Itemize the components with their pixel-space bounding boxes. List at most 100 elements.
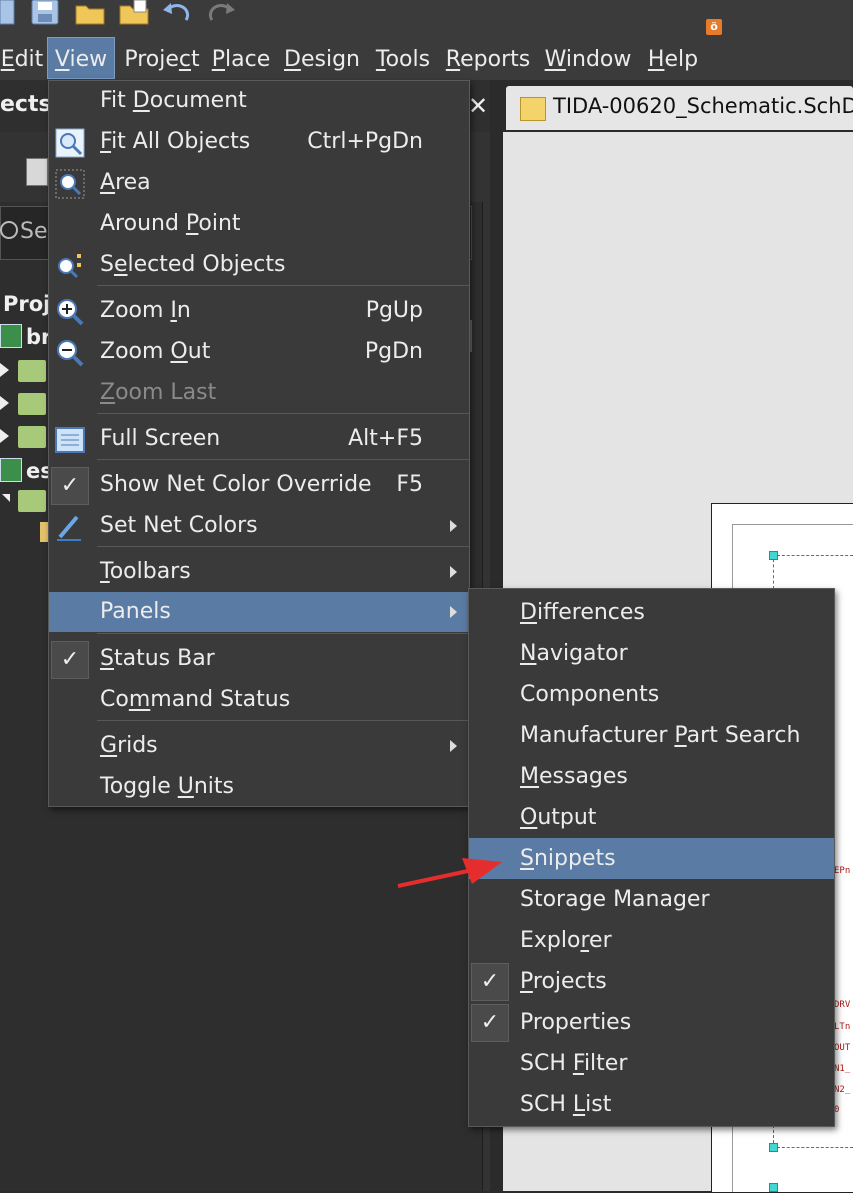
menu-item-shortcut: PgUp bbox=[365, 298, 423, 323]
menu-item-shortcut: Alt+F5 bbox=[348, 426, 423, 451]
view-menu-item-grids[interactable]: Grids bbox=[49, 726, 469, 766]
expand-arrow-icon[interactable] bbox=[0, 429, 9, 443]
view-menu-item-area[interactable]: Area bbox=[49, 163, 469, 203]
menu-item-label: Set Net Colors bbox=[100, 513, 258, 538]
collapse-arrow-icon[interactable] bbox=[2, 494, 10, 502]
view-menu-item-fit-document[interactable]: Fit Document bbox=[49, 81, 469, 121]
panels-menu-item-differences[interactable]: Differences bbox=[469, 592, 834, 633]
menu-reports[interactable]: Reports bbox=[445, 38, 531, 78]
panels-menu-item-sch-filter[interactable]: SCH Filter bbox=[469, 1043, 834, 1084]
wire bbox=[773, 559, 774, 589]
menu-item-label: Around Point bbox=[100, 211, 241, 236]
menu-item-label: Manufacturer Part Search bbox=[520, 723, 801, 748]
folder-icon[interactable] bbox=[18, 360, 46, 382]
pcb-project-icon bbox=[0, 324, 22, 348]
menu-item-label: Toolbars bbox=[100, 559, 191, 584]
view-menu-item-show-net-color-override[interactable]: ✓ Show Net Color Override F5 bbox=[49, 465, 469, 505]
checkmark-icon: ✓ bbox=[51, 641, 89, 679]
menu-item-label: Fit All Objects bbox=[100, 129, 251, 154]
full-screen-icon bbox=[55, 425, 85, 455]
wire bbox=[773, 1125, 774, 1143]
view-menu-item-zoom-out[interactable]: Zoom Out PgDn bbox=[49, 332, 469, 372]
save-icon[interactable] bbox=[0, 0, 30, 28]
view-menu-item-command-status[interactable]: Command Status bbox=[49, 680, 469, 720]
menu-separator bbox=[97, 413, 469, 414]
menu-tools[interactable]: Tools bbox=[372, 38, 434, 78]
menu-item-label: Storage Manager bbox=[520, 887, 710, 912]
menu-design[interactable]: Design bbox=[283, 38, 361, 78]
open-project-icon[interactable] bbox=[118, 0, 149, 28]
panels-menu-item-output[interactable]: Output bbox=[469, 797, 834, 838]
panels-menu-item-properties[interactable]: ✓ Properties bbox=[469, 1002, 834, 1043]
pin-label: OUT bbox=[834, 1043, 851, 1053]
menu-item-label: Toggle Units bbox=[100, 774, 234, 799]
open-folder-icon[interactable] bbox=[74, 0, 105, 28]
zoom-in-icon bbox=[55, 297, 85, 327]
project-options-icon[interactable] bbox=[26, 158, 48, 186]
menu-item-label: Fit Document bbox=[100, 88, 247, 113]
document-tab-label: TIDA-00620_Schematic.SchDoc bbox=[553, 94, 853, 118]
menu-item-label: Projects bbox=[520, 969, 607, 994]
panels-submenu: Differences Navigator Components Manufactur… bbox=[468, 588, 835, 1127]
pin-label: EPn bbox=[834, 866, 851, 876]
menu-item-label: Differences bbox=[520, 600, 645, 625]
view-menu-item-around-point[interactable]: Around Point bbox=[49, 204, 469, 244]
menu-item-label: Area bbox=[100, 170, 151, 195]
menu-project[interactable]: Project bbox=[122, 38, 202, 78]
menu-item-label: Full Screen bbox=[100, 426, 221, 451]
panels-menu-item-explorer[interactable]: Explorer bbox=[469, 920, 834, 961]
menu-help[interactable]: Help bbox=[645, 38, 701, 78]
view-menu-item-panels[interactable]: Panels bbox=[49, 592, 469, 632]
view-menu-item-toggle-units[interactable]: Toggle Units bbox=[49, 767, 469, 807]
folder-icon[interactable] bbox=[18, 393, 46, 415]
schematic-doc-icon bbox=[520, 97, 546, 121]
menu-window[interactable]: Window bbox=[542, 38, 634, 78]
panels-menu-item-navigator[interactable]: Navigator bbox=[469, 633, 834, 674]
menu-edit[interactable]: Edit bbox=[0, 38, 44, 78]
panels-menu-item-projects[interactable]: ✓ Projects bbox=[469, 961, 834, 1002]
pcb-project-icon bbox=[0, 458, 22, 482]
menu-place[interactable]: Place bbox=[211, 38, 271, 78]
panels-menu-item-messages[interactable]: Messages bbox=[469, 756, 834, 797]
menu-item-label: Output bbox=[520, 805, 597, 830]
folder-icon[interactable] bbox=[18, 426, 46, 448]
menu-item-label: SCH List bbox=[520, 1092, 612, 1117]
menu-separator bbox=[97, 285, 469, 286]
menu-item-label: Components bbox=[520, 682, 660, 707]
view-menu-item-set-net-colors[interactable]: Set Net Colors bbox=[49, 506, 469, 546]
menu-item-shortcut: PgDn bbox=[364, 339, 423, 364]
annotation-arrow-icon bbox=[397, 858, 502, 888]
panels-menu-item-components[interactable]: Components bbox=[469, 674, 834, 715]
view-menu-item-fit-all-objects[interactable]: Fit All Objects Ctrl+PgDn bbox=[49, 122, 469, 162]
checkmark-icon: ✓ bbox=[471, 1004, 509, 1042]
zoom-area-icon bbox=[55, 169, 85, 199]
redo-icon[interactable] bbox=[204, 0, 235, 28]
menu-item-shortcut: Ctrl+PgDn bbox=[307, 129, 423, 154]
view-menu-item-status-bar[interactable]: ✓ Status Bar bbox=[49, 639, 469, 679]
pin-label: N2_ bbox=[834, 1085, 851, 1095]
folder-icon[interactable] bbox=[18, 490, 46, 512]
panels-menu-item-storage-manager[interactable]: Storage Manager bbox=[469, 879, 834, 920]
menu-item-label: Zoom Out bbox=[100, 339, 211, 364]
view-menu: Fit Document Fit All Objects Ctrl+PgDn Area… bbox=[48, 80, 470, 807]
menu-view[interactable]: View bbox=[47, 37, 115, 79]
menu-item-label: Snippets bbox=[520, 846, 616, 871]
help-notification-icon[interactable]: ö bbox=[706, 19, 722, 35]
view-menu-item-zoom-in[interactable]: Zoom In PgUp bbox=[49, 291, 469, 331]
menu-item-label: Navigator bbox=[520, 641, 628, 666]
tree-scroll-indicator bbox=[470, 320, 472, 352]
expand-arrow-icon[interactable] bbox=[0, 396, 9, 410]
expand-arrow-icon[interactable] bbox=[0, 363, 9, 377]
view-menu-item-full-screen[interactable]: Full Screen Alt+F5 bbox=[49, 419, 469, 459]
panels-menu-item-snippets[interactable]: Snippets bbox=[469, 838, 834, 879]
save-all-icon[interactable] bbox=[30, 0, 60, 28]
menu-item-label: Zoom In bbox=[100, 298, 191, 323]
menu-separator bbox=[97, 459, 469, 460]
panels-menu-item-sch-list[interactable]: SCH List bbox=[469, 1084, 834, 1125]
close-icon[interactable]: ✕ bbox=[468, 92, 488, 120]
panels-menu-item-manufacturer-part-search[interactable]: Manufacturer Part Search bbox=[469, 715, 834, 756]
menu-item-label: SCH Filter bbox=[520, 1051, 628, 1076]
undo-icon[interactable] bbox=[162, 0, 192, 28]
view-menu-item-toolbars[interactable]: Toolbars bbox=[49, 552, 469, 592]
view-menu-item-selected-objects[interactable]: Selected Objects bbox=[49, 245, 469, 285]
